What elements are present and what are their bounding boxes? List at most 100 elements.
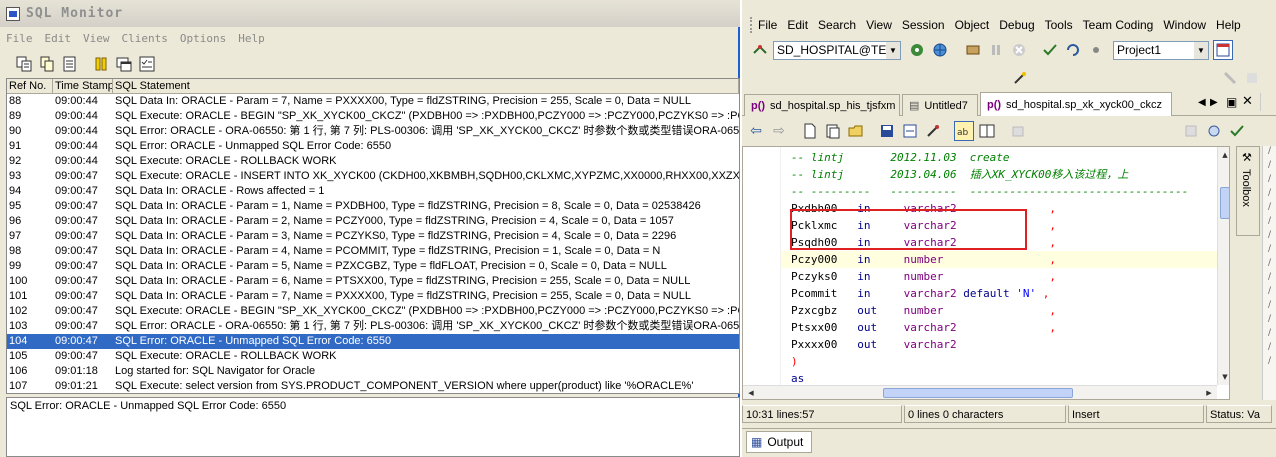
disabled-tool-icon-4[interactable]	[1181, 121, 1201, 141]
menu-help[interactable]: Help	[1216, 18, 1241, 32]
open-folder-icon[interactable]	[846, 121, 866, 141]
column-header-timestamp[interactable]: Time Stamp	[53, 79, 113, 93]
menu-window[interactable]: Window	[1163, 18, 1206, 32]
table-row[interactable]: 91 09:00:44 SQL Error: ORACLE - Unmapped S…	[7, 139, 739, 154]
open-document-icon[interactable]	[823, 121, 843, 141]
cell-ref: 92	[9, 155, 22, 167]
tab-untitled7[interactable]: ▤ Untitled7	[902, 94, 978, 116]
pause-grey-icon[interactable]	[986, 40, 1006, 60]
disabled-tool-icon[interactable]	[1220, 68, 1240, 88]
monitor-menu-help[interactable]: Help	[238, 32, 265, 45]
tab-sp-his-tjsfxm[interactable]: p() sd_hospital.sp_his_tjsfxm	[744, 94, 900, 116]
menu-debug[interactable]: Debug	[999, 18, 1034, 32]
toolbox-pin[interactable]	[1260, 93, 1272, 111]
table-row[interactable]: 88 09:00:44 SQL Data In: ORACLE - Param = …	[7, 94, 739, 109]
tab-scroll-right-icon[interactable]: ▶	[1210, 97, 1218, 108]
back-arrow-icon[interactable]: ⇦	[746, 121, 766, 141]
table-row[interactable]: 89 09:00:44 SQL Execute: ORACLE - BEGIN "S…	[7, 109, 739, 124]
monitor-menu-view[interactable]: View	[83, 32, 110, 45]
clear-icon[interactable]	[60, 54, 80, 74]
rollback-icon[interactable]	[1063, 40, 1083, 60]
table-row[interactable]: 98 09:00:47 SQL Data In: ORACLE - Param = …	[7, 244, 739, 259]
menu-session[interactable]: Session	[902, 18, 945, 32]
table-row[interactable]: 95 09:00:47 SQL Data In: ORACLE - Param = …	[7, 199, 739, 214]
menu-object[interactable]: Object	[955, 18, 990, 32]
forward-arrow-icon[interactable]: ⇨	[769, 121, 789, 141]
menu-tools[interactable]: Tools	[1045, 18, 1073, 32]
table-row[interactable]: 104 09:00:47 SQL Error: ORACLE - Unmapped …	[7, 334, 739, 349]
table-row[interactable]: 102 09:00:47 SQL Execute: ORACLE - BEGIN "…	[7, 304, 739, 319]
connection-select[interactable]: SD_HOSPITAL@TEST_N ▼	[773, 40, 901, 60]
compile-icon[interactable]	[923, 121, 943, 141]
monitor-menu-file[interactable]: File	[6, 32, 33, 45]
options-icon[interactable]	[1086, 40, 1106, 60]
scroll-down-icon[interactable]: ▼	[1219, 371, 1229, 383]
menu-file[interactable]: File	[758, 18, 777, 32]
stop-icon[interactable]	[1009, 40, 1029, 60]
cut-icon[interactable]	[900, 121, 920, 141]
table-row[interactable]: 103 09:00:47 SQL Error: ORACLE - ORA-06550…	[7, 319, 739, 334]
menu-edit[interactable]: Edit	[787, 18, 808, 32]
task-icon[interactable]	[963, 40, 983, 60]
pause-icon[interactable]	[91, 54, 111, 74]
connect-icon[interactable]	[750, 40, 770, 60]
table-row[interactable]: 105 09:00:47 SQL Execute: ORACLE - ROLLBAC…	[7, 349, 739, 364]
monitor-menu-edit[interactable]: Edit	[45, 32, 72, 45]
output-tab[interactable]: ▦ Output	[746, 431, 812, 453]
copy-all-icon[interactable]	[14, 54, 34, 74]
menu-search[interactable]: Search	[818, 18, 856, 32]
window-icon[interactable]	[114, 54, 134, 74]
new-document-icon[interactable]	[800, 121, 820, 141]
table-row[interactable]: 101 09:00:47 SQL Data In: ORACLE - Param =…	[7, 289, 739, 304]
column-header-ref[interactable]: Ref No.	[7, 79, 53, 93]
wizard-icon[interactable]	[1010, 68, 1030, 88]
table-row[interactable]: 99 09:00:47 SQL Data In: ORACLE - Param = …	[7, 259, 739, 274]
commit-icon[interactable]	[1040, 40, 1060, 60]
table-row[interactable]: 100 09:00:47 SQL Data In: ORACLE - Param =…	[7, 274, 739, 289]
scroll-thumb[interactable]	[1220, 187, 1229, 219]
globe-icon[interactable]	[930, 40, 950, 60]
disabled-tool-icon-2[interactable]	[1242, 68, 1262, 88]
tab-close-icon[interactable]: ✕	[1242, 94, 1253, 109]
copy-icon[interactable]	[37, 54, 57, 74]
table-row[interactable]: 97 09:00:47 SQL Data In: ORACLE - Param = …	[7, 229, 739, 244]
table-row[interactable]: 90 09:00:44 SQL Error: ORACLE - ORA-06550:…	[7, 124, 739, 139]
checklist-icon[interactable]	[137, 54, 157, 74]
tab-sp-xk-xyck00-ckcz[interactable]: p() sd_hospital.sp_xk_xyck00_ckcz	[980, 92, 1172, 116]
menu-team-coding[interactable]: Team Coding	[1083, 18, 1154, 32]
table-row[interactable]: 94 09:00:47 SQL Data In: ORACLE - Rows aff…	[7, 184, 739, 199]
monitor-title-bar[interactable]: SQL Monitor	[0, 0, 740, 27]
table-row[interactable]: 92 09:00:44 SQL Execute: ORACLE - ROLLBACK…	[7, 154, 739, 169]
menu-view[interactable]: View	[866, 18, 892, 32]
project-select[interactable]: Project1 ▼	[1113, 40, 1209, 60]
disabled-tool-icon-3[interactable]	[1008, 121, 1028, 141]
monitor-menu-options[interactable]: Options	[180, 32, 226, 45]
scroll-up-icon[interactable]: ▲	[1219, 149, 1229, 161]
tab-restore-icon[interactable]: ▣	[1226, 95, 1237, 109]
project-manager-icon[interactable]	[1213, 40, 1233, 60]
scroll-right-icon[interactable]: ▶	[1203, 387, 1215, 399]
toolbar-grip-icon[interactable]	[750, 17, 754, 33]
monitor-menu-clients[interactable]: Clients	[122, 32, 168, 45]
cell-timestamp: 09:00:44	[55, 95, 98, 107]
abc-format-icon[interactable]: ab	[954, 121, 974, 141]
table-row[interactable]: 107 09:01:21 SQL Execute: select version f…	[7, 379, 739, 393]
split-view-icon[interactable]	[977, 121, 997, 141]
check-tool-icon[interactable]	[1227, 121, 1247, 141]
scroll-left-icon[interactable]: ◀	[745, 387, 757, 399]
column-header-sql[interactable]: SQL Statement	[113, 79, 739, 93]
tab-scroll-left-icon[interactable]: ◀	[1198, 97, 1206, 108]
table-row[interactable]: 96 09:00:47 SQL Data In: ORACLE - Param = …	[7, 214, 739, 229]
editor-horizontal-scrollbar[interactable]: ◀ ▶	[743, 385, 1217, 399]
table-row[interactable]: 106 09:01:18 Log started for: SQL Navigato…	[7, 364, 739, 379]
editor-vertical-scrollbar[interactable]: ▲ ▼	[1217, 147, 1229, 385]
session-tool-icon[interactable]	[907, 40, 927, 60]
toolbox-panel-tab[interactable]: ⚒ Toolbox	[1236, 146, 1260, 236]
statement-detail-pane[interactable]: SQL Error: ORACLE - Unmapped SQL Error C…	[6, 397, 740, 457]
table-row[interactable]: 93 09:00:47 SQL Execute: ORACLE - INSERT I…	[7, 169, 739, 184]
code-editor[interactable]: -- lintj 2012.11.03 create -- lintj 2013…	[742, 146, 1230, 400]
save-icon[interactable]	[877, 121, 897, 141]
scroll-thumb[interactable]	[883, 388, 1073, 398]
sql-log-table[interactable]: Ref No. Time Stamp SQL Statement 88 09:00…	[6, 78, 740, 394]
debug-tool-icon[interactable]	[1204, 121, 1224, 141]
